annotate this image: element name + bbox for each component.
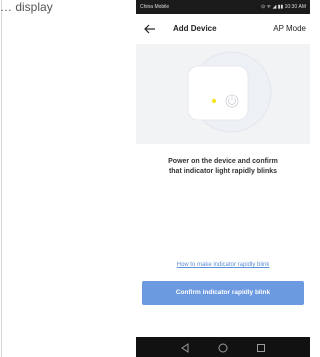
divider — [1, 0, 2, 357]
confirm-button[interactable]: Confirm indicator rapidly blink — [142, 281, 304, 305]
phone-screen: China Mobile ⊙ ᯤ ◢ ▮▮ 10:30 AM Add Devic… — [136, 0, 310, 357]
indicator-light — [211, 98, 217, 104]
carrier-label: China Mobile — [140, 4, 170, 10]
app-header: Add Device AP Mode — [136, 14, 310, 44]
nav-home-icon[interactable] — [217, 341, 229, 353]
system-nav-bar — [136, 337, 310, 357]
instruction-text: Power on the device and confirm that ind… — [142, 157, 304, 177]
status-icons-time: ⊙ ᯤ ◢ ▮▮ 10:30 AM — [260, 4, 306, 10]
help-link[interactable]: How to make indicator rapidly blink — [136, 262, 310, 268]
device-illustration — [136, 44, 310, 144]
page-title: Add Device — [173, 24, 217, 33]
instruction-line-1: Power on the device and confirm — [168, 158, 278, 165]
status-bar: China Mobile ⊙ ᯤ ◢ ▮▮ 10:30 AM — [136, 0, 310, 14]
instruction-line-2: that indicator light rapidly blinks — [168, 168, 278, 175]
page: … display China Mobile ⊙ ᯤ ◢ ▮▮ 10:30 AM… — [0, 0, 312, 357]
caption-fragment: … display — [0, 0, 53, 14]
nav-recents-icon[interactable] — [255, 341, 267, 353]
device-body — [187, 65, 249, 121]
nav-back-icon[interactable] — [179, 341, 191, 353]
back-arrow-icon[interactable] — [142, 21, 158, 37]
ap-mode-button[interactable]: AP Mode — [273, 14, 306, 44]
